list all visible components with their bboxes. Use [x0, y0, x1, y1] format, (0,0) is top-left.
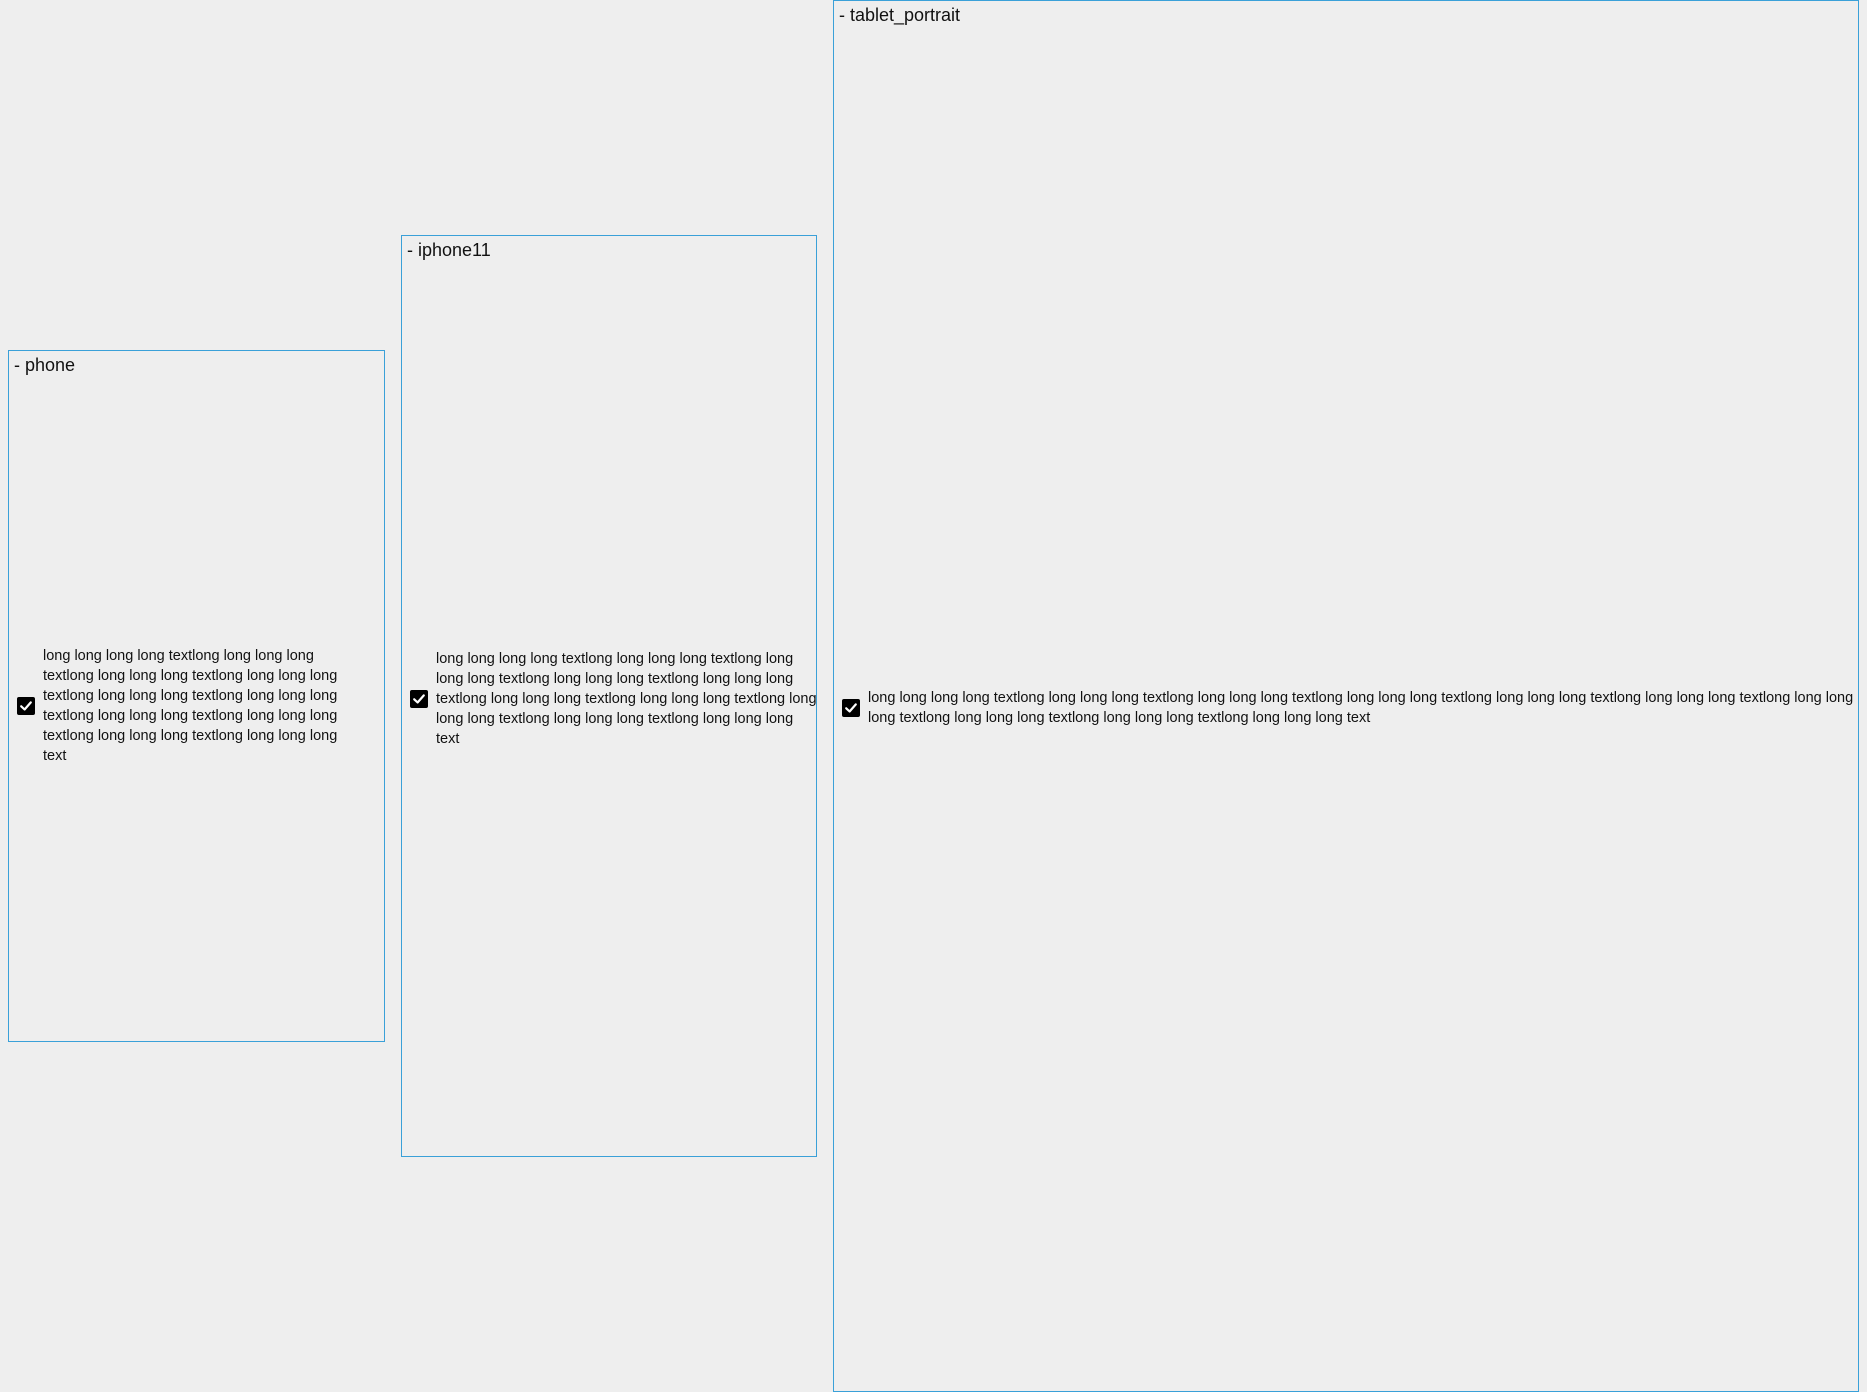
- checkbox-label: long long long long textlong long long l…: [868, 690, 1854, 726]
- frame-label: - iphone11: [407, 240, 491, 260]
- frame-label: - tablet_portrait: [839, 5, 961, 25]
- device-frame-phone: - phone long long long long textlong lon…: [8, 350, 385, 1042]
- frame-label: - phone: [14, 355, 76, 375]
- checkbox-row[interactable]: long long long long textlong long long l…: [842, 683, 1857, 733]
- checkbox-label: long long long long textlong long long l…: [436, 651, 817, 747]
- checkbox-row[interactable]: long long long long textlong long long l…: [410, 644, 818, 754]
- checkbox[interactable]: [17, 697, 35, 715]
- checkbox-label: long long long long textlong long long l…: [43, 648, 338, 764]
- device-frame-tablet-portrait: - tablet_portrait long long long long te…: [833, 0, 1859, 1392]
- checkbox[interactable]: [842, 699, 860, 717]
- checkbox-row[interactable]: long long long long textlong long long l…: [17, 648, 362, 764]
- checkmark-icon: [413, 694, 425, 704]
- checkmark-icon: [20, 701, 32, 711]
- checkbox[interactable]: [410, 690, 428, 708]
- device-frame-iphone11: - iphone11 long long long long textlong …: [401, 235, 817, 1157]
- checkmark-icon: [845, 703, 857, 713]
